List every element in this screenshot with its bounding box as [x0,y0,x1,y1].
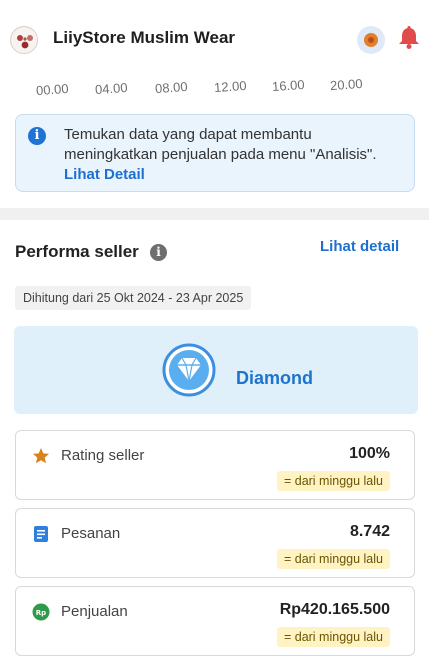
performance-info-icon[interactable]: i [150,244,167,261]
metric-label: Rating seller [61,447,145,464]
performance-title: Performa seller [15,242,139,261]
seller-tier-banner: Diamond [14,326,418,414]
diamond-icon [162,343,216,397]
metric-card-sales[interactable]: Rp Penjualan Rp420.165.500 = dari minggu… [15,586,415,656]
metric-change-badge: = dari minggu lalu [276,549,390,569]
chart-time-axis: 00.00 04.00 08.00 12.00 16.00 20.00 [0,76,429,98]
metric-label: Pesanan [61,525,121,542]
section-divider [0,208,429,220]
tier-label: Diamond [236,368,314,388]
info-banner-detail-link[interactable]: Lihat Detail [64,166,145,183]
info-icon: i [28,127,46,145]
performance-detail-link[interactable]: Lihat detail [320,238,399,255]
store-avatar[interactable] [10,26,38,54]
time-tick: 12.00 [213,77,248,96]
metric-value: Rp420.165.500 [279,601,390,618]
time-tick: 00.00 [35,80,70,99]
orders-icon [32,525,50,543]
notification-bell-icon[interactable] [396,25,422,51]
rupiah-icon: Rp [32,603,50,621]
analysis-info-banner: i Temukan data yang dapat membantu menin… [15,114,415,192]
metric-card-orders[interactable]: Pesanan 8.742 = dari minggu lalu [15,508,415,578]
store-name: LiiyStore Muslim Wear [53,28,236,47]
metric-change-badge: = dari minggu lalu [276,471,390,491]
svg-text:Rp: Rp [36,609,46,617]
metric-label: Penjualan [61,603,128,620]
info-banner-message: Temukan data yang dapat membantu meningk… [64,126,377,163]
info-banner-text: Temukan data yang dapat membantu meningk… [64,125,404,185]
coin-icon[interactable] [357,26,385,54]
metric-change-badge: = dari minggu lalu [276,627,390,647]
metric-value: 100% [349,445,390,462]
metric-value: 8.742 [349,523,390,540]
app-header: LiiyStore Muslim Wear [0,0,429,72]
time-tick: 04.00 [94,79,129,98]
time-tick: 08.00 [154,78,189,97]
date-range-label: Dihitung dari 25 Okt 2024 - 23 Apr 2025 [15,286,252,310]
metric-card-rating[interactable]: Rating seller 100% = dari minggu lalu [15,430,415,500]
time-tick: 16.00 [271,76,306,95]
star-icon [32,447,50,465]
time-tick: 20.00 [329,75,364,94]
